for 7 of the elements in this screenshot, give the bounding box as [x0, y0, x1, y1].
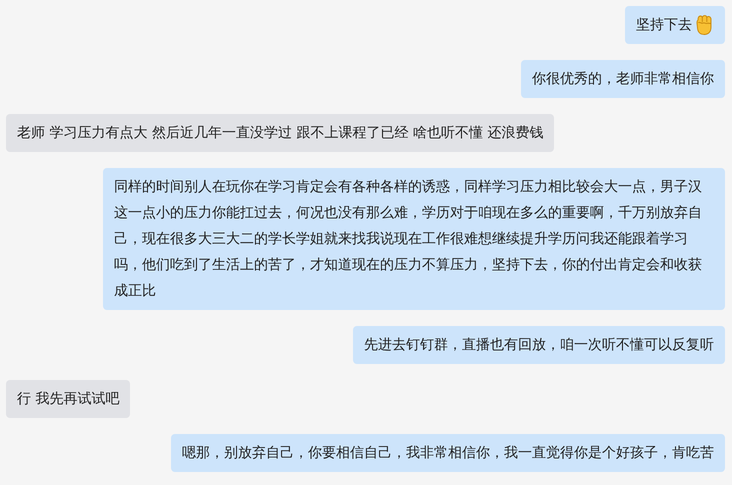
- message-text: 先进去钉钉群，直播也有回放，咱一次听不懂可以反复听: [364, 336, 714, 355]
- message-text: 行 我先再试试吧: [17, 390, 120, 409]
- message-text: 老师 学习压力有点大 然后近几年一直没学过 跟不上课程了已经 啥也听不懂 还浪费钱: [17, 124, 544, 143]
- message-text: 你很优秀的，老师非常相信你: [532, 70, 714, 89]
- message-text: 同样的时间别人在玩你在学习肯定会有各种各样的诱惑，同样学习压力相比较会大一点，男子汉这一点小的压力你能扛过去，何况也没有那么难，学历对于咱现在多么的重要啊，千万别放弃自己，现在很多大三大二的学长学姐就来找我说现在工作很难想继续提升学历问我还能跟着学习吗，他们吃到了生活上的苦了，才知道现在的压力不算压力，坚持下去，你的付出肯定会和收获成正比: [114, 178, 703, 301]
- message-text: 坚持下去: [636, 16, 692, 35]
- message-text: 嗯那，别放弃自己，你要相信自己，我非常相信你，我一直觉得你是个好孩子，肯吃苦: [182, 444, 714, 463]
